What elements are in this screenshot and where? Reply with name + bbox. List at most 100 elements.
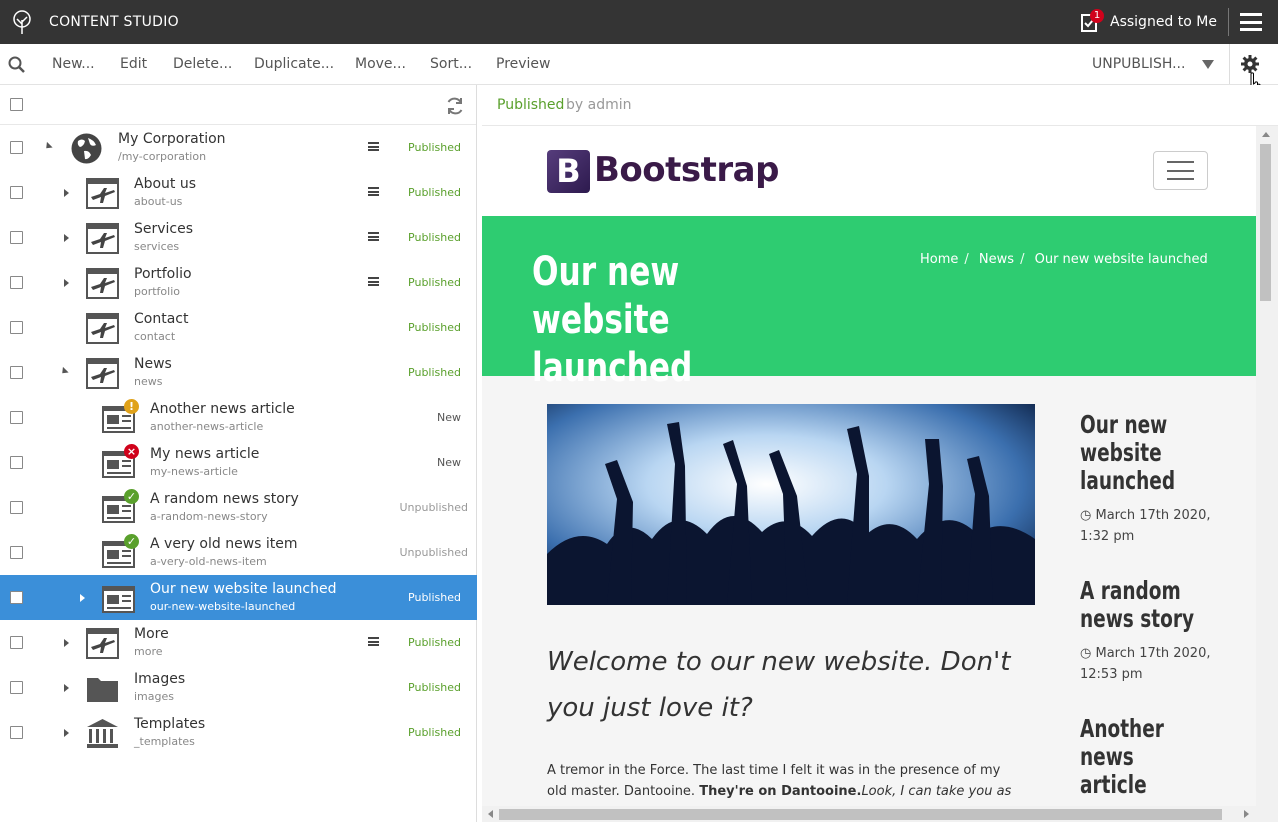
row-checkbox[interactable] [10,681,23,694]
expand-toggle-icon[interactable] [64,189,69,197]
expand-toggle-icon[interactable] [64,279,69,287]
collapse-toggle-icon[interactable] [59,366,69,377]
row-path: another-news-article [150,420,264,433]
row-checkbox[interactable] [10,546,23,559]
sidebar-news-item[interactable]: A random news story ◷ March 17th 2020, 1… [1080,577,1240,685]
row-checkbox[interactable] [10,591,23,604]
row-status: Published [408,276,461,289]
app-title: CONTENT STUDIO [49,14,179,30]
sidebar-news-item[interactable]: Another news article [1080,715,1240,799]
preview-button[interactable]: Preview [496,56,551,72]
duplicate-button[interactable]: Duplicate... [254,56,334,72]
clock-icon: ◷ [1080,508,1096,523]
row-menu-icon[interactable] [368,277,379,286]
breadcrumb-news-link[interactable]: News [979,252,1014,267]
main-menu-icon[interactable] [1240,13,1262,31]
row-status: New [437,411,461,424]
sort-button[interactable]: Sort... [430,56,472,72]
tree-row[interactable]: ✓ A random news story a-random-news-story U… [0,485,477,530]
sidebar-news-title[interactable]: Our new website launched [1080,411,1206,495]
edit-button[interactable]: Edit [120,56,147,72]
assigned-to-me-button[interactable]: 1 Assigned to Me [1080,9,1217,34]
row-checkbox[interactable] [10,366,23,379]
row-checkbox[interactable] [10,321,23,334]
scroll-up-icon[interactable] [1262,132,1270,137]
row-menu-icon[interactable] [368,187,379,196]
row-name: Images [134,671,186,687]
expand-toggle-icon[interactable] [80,594,85,602]
tree-row[interactable]: Our new website launched our-new-website-… [0,575,477,620]
row-checkbox[interactable] [10,276,23,289]
row-checkbox[interactable] [10,726,23,739]
horizontal-scroll-thumb[interactable] [499,809,1222,820]
new-button[interactable]: New... [52,56,95,72]
row-checkbox[interactable] [10,636,23,649]
tree-row[interactable]: Services services Published [0,215,477,260]
search-icon[interactable] [8,56,26,74]
scroll-left-icon[interactable] [488,810,493,818]
sidebar-news-item[interactable]: Our new website launched ◷ March 17th 20… [1080,411,1240,547]
refresh-icon[interactable] [445,96,465,116]
row-menu-icon[interactable] [368,142,379,151]
row-status: Published [408,231,461,244]
scroll-right-icon[interactable] [1244,810,1249,818]
collapse-toggle-icon[interactable] [43,141,53,152]
move-button[interactable]: Move... [355,56,406,72]
tree-row[interactable]: My Corporation/my-corporation Published [0,125,477,170]
preview-vertical-scrollbar[interactable] [1256,126,1278,822]
row-status: Published [408,366,461,379]
article-icon [102,582,135,615]
article-icon: ✓ [102,489,139,525]
breadcrumb-home-link[interactable]: Home [920,252,958,267]
row-checkbox[interactable] [10,411,23,424]
tree-row[interactable]: Images images Published [0,665,477,710]
row-path: a-random-news-story [150,510,268,523]
row-checkbox[interactable] [10,456,23,469]
row-path: news [134,375,163,388]
tree-row[interactable]: ! Another news article another-news-articl… [0,395,477,440]
site-menu-toggle-button[interactable] [1153,151,1208,190]
expand-toggle-icon[interactable] [64,639,69,647]
tree-row[interactable]: Contact contact Published [0,305,477,350]
app-header: CONTENT STUDIO 1 Assigned to Me [0,0,1278,44]
row-menu-icon[interactable] [368,232,379,241]
expand-toggle-icon[interactable] [64,729,69,737]
tree-logo-icon[interactable] [8,8,36,36]
article-icon: ! [102,399,139,435]
page-template-icon [86,357,119,390]
row-path: services [134,240,180,253]
preview-status-bar: Published by admin [482,85,1278,126]
tree-row[interactable]: Templates _templates Published [0,710,477,755]
vertical-scroll-thumb[interactable] [1260,144,1271,301]
folder-icon [86,672,119,705]
row-checkbox[interactable] [10,186,23,199]
preview-horizontal-scrollbar[interactable] [482,806,1256,822]
sidebar-news-title[interactable]: A random news story [1080,577,1206,633]
sidebar-news-date: ◷ March 17th 2020, 12:53 pm [1080,646,1211,682]
tree-row[interactable]: News news Published [0,350,477,395]
delete-button[interactable]: Delete... [173,56,232,72]
bootstrap-logo[interactable]: B [547,150,590,193]
row-checkbox[interactable] [10,501,23,514]
error-status-icon: × [124,444,139,459]
tree-row[interactable]: More more Published [0,620,477,665]
row-path: my-news-article [150,465,238,478]
select-all-checkbox[interactable] [10,98,23,111]
tree-row[interactable]: About us about-us Published [0,170,477,215]
row-menu-icon[interactable] [368,637,379,646]
site-brand[interactable]: Bootstrap [594,150,779,190]
tree-row[interactable]: Portfolio portfolio Published [0,260,477,305]
sidebar-news-title[interactable]: Another news article [1080,715,1206,799]
row-checkbox[interactable] [10,231,23,244]
expand-toggle-icon[interactable] [64,684,69,692]
expand-toggle-icon[interactable] [64,234,69,242]
tree-row[interactable]: × My news article my-news-article New [0,440,477,485]
row-checkbox[interactable] [10,141,23,154]
chevron-down-icon[interactable] [1202,60,1214,69]
assigned-count-badge: 1 [1090,9,1104,23]
row-path: a-very-old-news-item [150,555,267,568]
unpublish-button[interactable]: UNPUBLISH... [1092,56,1185,72]
page-template-icon [86,177,119,210]
gear-icon[interactable] [1240,54,1260,74]
tree-row[interactable]: ✓ A very old news item a-very-old-news-ite… [0,530,477,575]
